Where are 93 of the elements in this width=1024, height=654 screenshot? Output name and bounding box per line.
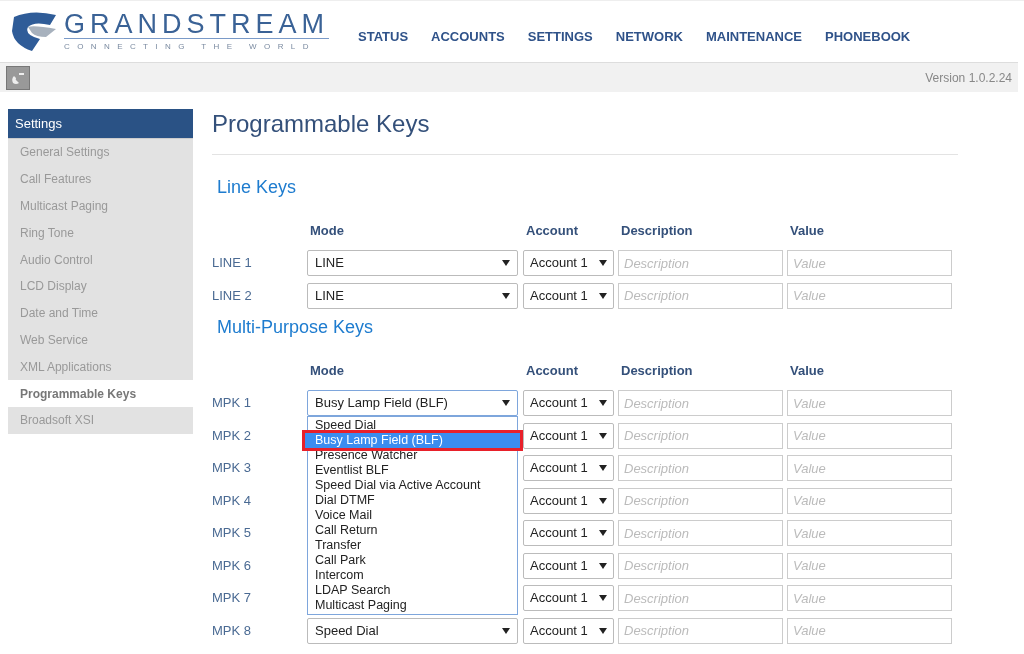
account-select[interactable]: Account 1 (523, 552, 614, 579)
dropdown-option[interactable]: Speed Dial (308, 418, 517, 433)
caret-icon (599, 465, 607, 471)
dropdown-option[interactable]: Intercom (308, 568, 517, 583)
caret-icon (599, 562, 607, 569)
column-header: Account (526, 362, 579, 381)
dropdown-option[interactable]: Presence Watcher (308, 448, 517, 463)
dropdown-option[interactable]: Transfer (308, 538, 517, 553)
mode-select[interactable]: Busy Lamp Field (BLF) (307, 390, 518, 416)
description-field[interactable]: Description (618, 282, 783, 309)
caret-icon (599, 260, 607, 266)
nav-link[interactable]: STATUS (358, 26, 409, 47)
account-select[interactable]: Account 1 (523, 282, 614, 309)
account-select[interactable]: Account 1 (523, 250, 614, 276)
nav-link[interactable]: ACCOUNTS (431, 26, 505, 47)
column-header: Value (790, 362, 825, 381)
account-select[interactable]: Account 1 (523, 455, 614, 481)
caret-icon (502, 400, 510, 406)
value-field[interactable]: Value (787, 422, 952, 449)
column-header: Value (790, 222, 825, 241)
key-label: MPK 7 (212, 589, 252, 608)
key-label: LINE 1 (212, 254, 253, 273)
caret-icon (502, 260, 510, 266)
value-field[interactable]: Value (787, 390, 952, 416)
nav-link[interactable]: MAINTENANCE (705, 26, 802, 47)
mode-select[interactable]: Speed Dial (307, 617, 518, 644)
value-field[interactable]: Value (787, 520, 952, 546)
caret-icon (599, 400, 607, 406)
description-field[interactable]: Description (618, 487, 783, 514)
caret-icon (502, 627, 510, 634)
value-field[interactable]: Value (787, 617, 952, 644)
description-field[interactable]: Description (618, 422, 783, 449)
account-select[interactable]: Account 1 (523, 422, 614, 449)
mode-select[interactable]: LINE (307, 250, 518, 276)
column-header: Mode (310, 222, 345, 241)
description-field[interactable]: Description (618, 552, 783, 579)
value-field[interactable]: Value (787, 552, 952, 579)
version-text: Version 1.0.2.24 (925, 69, 1012, 87)
column-header: Account (526, 222, 579, 241)
description-field[interactable]: Description (618, 455, 783, 481)
dropdown-option[interactable]: Voice Mail (308, 508, 517, 523)
key-label: MPK 2 (212, 426, 252, 445)
account-select[interactable]: Account 1 (523, 520, 614, 546)
caret-icon (599, 627, 607, 634)
column-header: Mode (310, 362, 345, 381)
caret-icon (502, 292, 510, 299)
value-field[interactable]: Value (787, 585, 952, 611)
logo-icon (12, 10, 58, 53)
dropdown-option[interactable]: Dial DTMF (308, 493, 517, 508)
value-field[interactable]: Value (787, 250, 952, 276)
key-label: MPK 8 (212, 621, 252, 640)
nav-link[interactable]: SETTINGS (527, 26, 593, 47)
logo-wordmark: GRANDSTREAM (64, 10, 329, 38)
nav-link[interactable]: PHONEBOOK (825, 26, 911, 47)
description-field[interactable]: Description (618, 520, 783, 546)
key-label: MPK 4 (212, 491, 252, 510)
key-label: LINE 2 (212, 286, 253, 305)
mode-select[interactable]: LINE (307, 282, 518, 309)
caret-icon (599, 595, 607, 601)
caret-icon (599, 530, 607, 536)
account-select[interactable]: Account 1 (523, 585, 614, 611)
dropdown-option[interactable]: LDAP Search (308, 583, 517, 598)
column-header: Description (621, 362, 694, 381)
caret-icon (599, 497, 607, 504)
dropdown-option[interactable]: Call Return (308, 523, 517, 538)
dropdown-option[interactable]: Multicast Paging (308, 598, 517, 613)
section-title: Line Keys (217, 176, 298, 199)
phone-button[interactable] (6, 65, 30, 90)
logo-tagline: CONNECTING THE WORLD (64, 38, 329, 53)
page-title: Programmable Keys (212, 109, 431, 139)
description-field[interactable]: Description (618, 250, 783, 276)
caret-icon (599, 432, 607, 439)
key-label: MPK 3 (212, 459, 252, 478)
description-field[interactable]: Description (618, 585, 783, 611)
account-select[interactable]: Account 1 (523, 487, 614, 514)
column-header: Description (621, 222, 694, 241)
dropdown-option[interactable]: Call Park (308, 553, 517, 568)
dropdown-option[interactable]: Eventlist BLF (308, 463, 517, 478)
value-field[interactable]: Value (787, 487, 952, 514)
description-field[interactable]: Description (618, 390, 783, 416)
nav-link[interactable]: NETWORK (615, 26, 683, 47)
key-label: MPK 5 (212, 524, 252, 543)
account-select[interactable]: Account 1 (523, 617, 614, 644)
description-field[interactable]: Description (618, 617, 783, 644)
value-field[interactable]: Value (787, 455, 952, 481)
section-title: Multi-Purpose Keys (217, 316, 375, 339)
account-select[interactable]: Account 1 (523, 390, 614, 416)
key-label: MPK 1 (212, 394, 252, 413)
key-label: MPK 6 (212, 556, 252, 575)
caret-icon (599, 292, 607, 299)
sidebar-title: Settings (8, 109, 193, 139)
dropdown-option[interactable]: Speed Dial via Active Account (308, 478, 517, 493)
value-field[interactable]: Value (787, 282, 952, 309)
